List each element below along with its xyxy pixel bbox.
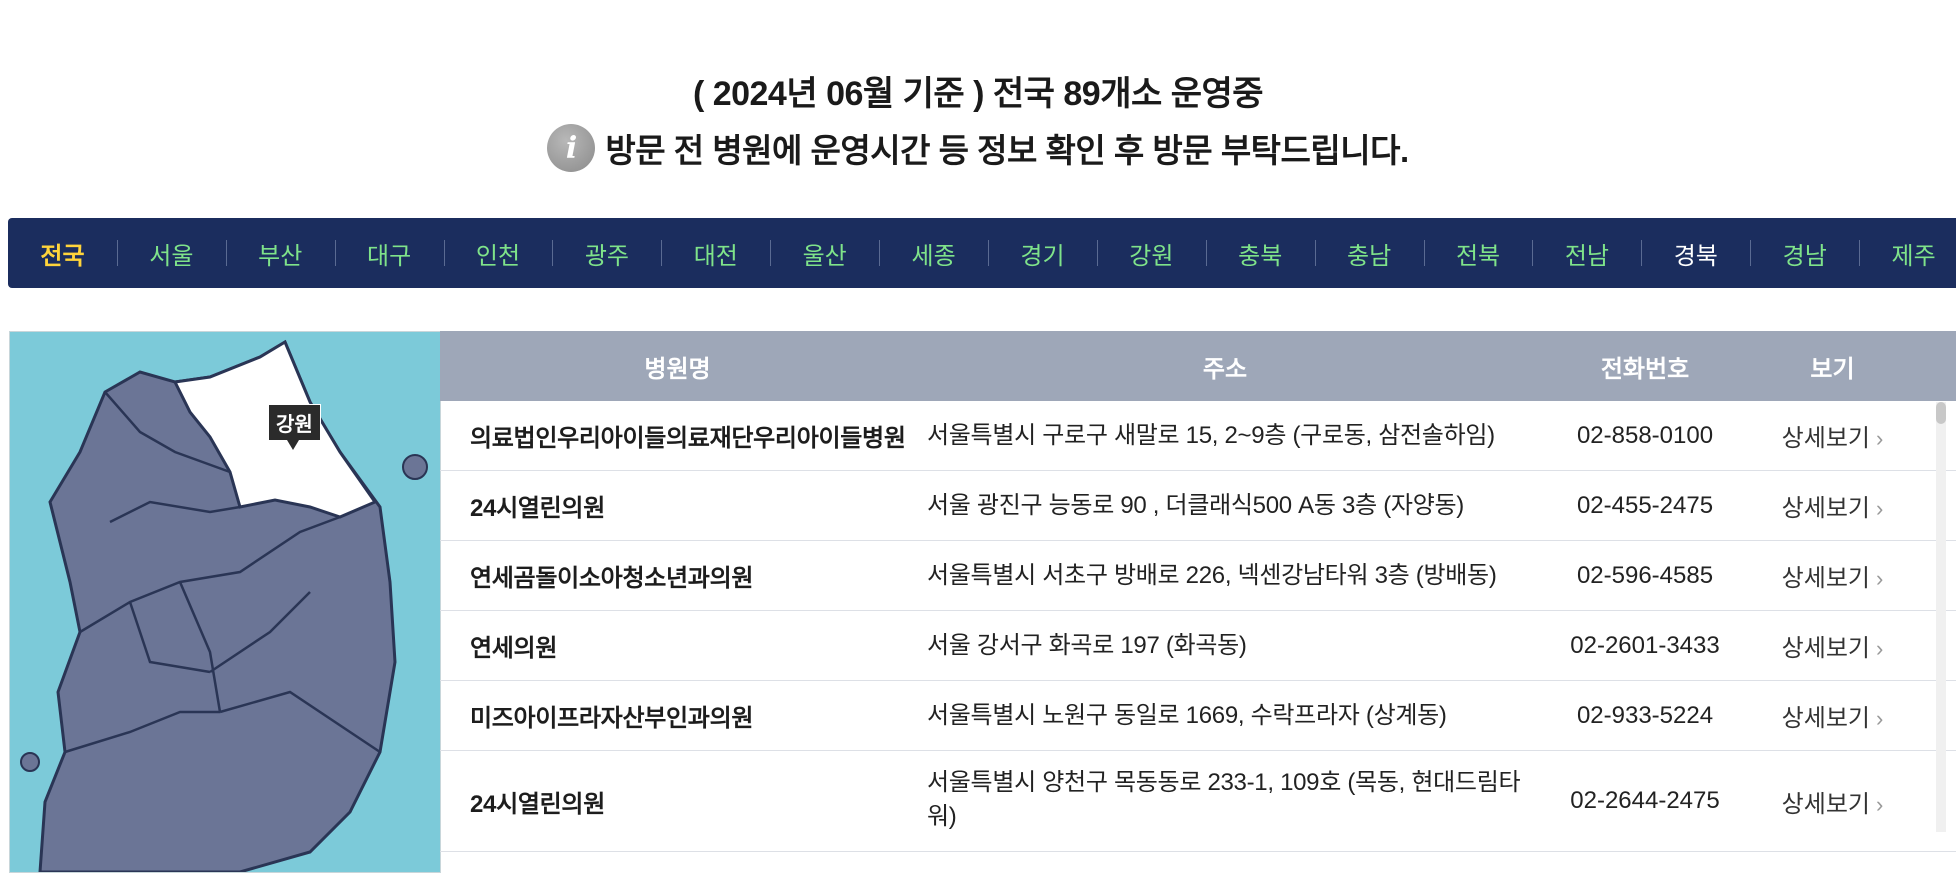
- region-tab-gyeongnam[interactable]: 경남: [1750, 236, 1859, 271]
- hospital-address: 서울특별시 서초구 방배로 226, 넥센강남타워 3층 (방배동): [927, 561, 1497, 589]
- hospital-table: 병원명 주소 전화번호 보기 의료법인우리아이들의료재단우리아이들병원 서울특별…: [440, 331, 1956, 871]
- chevron-right-icon: ›: [1876, 426, 1884, 451]
- hospital-name: 미즈아이프라자산부인과의원: [470, 705, 754, 732]
- region-tab-all[interactable]: 전국: [8, 236, 117, 271]
- hospital-name: 의료법인우리아이들의료재단우리아이들병원: [470, 425, 906, 452]
- hospital-address: 서울특별시 구로구 새말로 15, 2~9층 (구로동, 삼전솔하임): [927, 421, 1495, 449]
- table-scrollbar[interactable]: [1936, 402, 1946, 832]
- hospital-address: 서울 강서구 화곡로 197 (화곡동): [927, 631, 1247, 659]
- scrollbar-thumb[interactable]: [1936, 402, 1946, 424]
- region-tab-jeonnam[interactable]: 전남: [1532, 236, 1641, 271]
- header-address: 주소: [1202, 355, 1248, 383]
- hospital-name: 연세의원: [470, 635, 558, 662]
- detail-link-label: 상세보기: [1781, 495, 1870, 522]
- detail-link[interactable]: 상세보기 ›: [1755, 784, 1910, 819]
- header-name: 병원명: [644, 355, 711, 383]
- chevron-right-icon: ›: [1876, 791, 1884, 817]
- hospital-phone: 02-2601-3433: [1570, 631, 1720, 659]
- chevron-right-icon: ›: [1876, 636, 1884, 661]
- map-region-tag: 강원: [268, 404, 321, 450]
- detail-link-label: 상세보기: [1781, 790, 1870, 818]
- map-island-ulleung: [402, 454, 428, 480]
- table-row: 연세의원 서울 강서구 화곡로 197 (화곡동) 02-2601-3433 상…: [440, 611, 1956, 681]
- detail-link-label: 상세보기: [1781, 425, 1870, 452]
- hospital-address: 서울특별시 노원구 동일로 1669, 수락프라자 (상계동): [927, 701, 1447, 729]
- region-tab-gyeongbuk[interactable]: 경북: [1641, 236, 1750, 271]
- table-row: 미즈아이프라자산부인과의원 서울특별시 노원구 동일로 1669, 수락프라자 …: [440, 681, 1956, 751]
- korea-map-svg: [20, 339, 428, 872]
- chevron-right-icon: ›: [1876, 566, 1884, 591]
- hospital-name: 24시열린의원: [470, 495, 605, 522]
- region-tab-gwangju[interactable]: 광주: [552, 236, 661, 271]
- region-tab-chungnam[interactable]: 충남: [1314, 236, 1424, 271]
- region-tab-jeonbuk[interactable]: 전북: [1423, 236, 1533, 271]
- table-row: 연세곰돌이소아청소년과의원 서울특별시 서초구 방배로 226, 넥센강남타워 …: [440, 541, 1956, 611]
- korea-region-map: 강원: [9, 331, 441, 873]
- region-tab-jeju[interactable]: 제주: [1859, 236, 1956, 271]
- table-header: 병원명 주소 전화번호 보기: [440, 331, 1956, 401]
- table-row: 의료법인우리아이들의료재단우리아이들병원 서울특별시 구로구 새말로 15, 2…: [440, 401, 1956, 471]
- chevron-right-icon: ›: [1876, 496, 1884, 521]
- region-tab-sejong[interactable]: 세종: [879, 236, 988, 271]
- region-tab-daegu[interactable]: 대구: [334, 236, 444, 271]
- detail-link-label: 상세보기: [1781, 635, 1870, 662]
- region-tab-busan[interactable]: 부산: [225, 236, 335, 271]
- table-row: 24시열린의원 서울 광진구 능동로 90 , 더클래식500 A동 3층 (자…: [440, 471, 1956, 541]
- hospital-address: 서울 광진구 능동로 90 , 더클래식500 A동 3층 (자양동): [927, 491, 1464, 519]
- detail-link-label: 상세보기: [1781, 705, 1870, 732]
- table-row: 24시열린의원 서울특별시 양천구 목동동로 233-1, 109호 (목동, …: [440, 751, 1956, 852]
- hospital-address: 서울특별시 양천구 목동동로 233-1, 109호 (목동, 현대드림타워): [927, 769, 1521, 830]
- detail-link-label: 상세보기: [1781, 565, 1870, 592]
- region-tab-incheon[interactable]: 인천: [443, 236, 553, 271]
- page-headline: ( 2024년 06월 기준 ) 전국 89개소 운영중: [692, 75, 1264, 113]
- header-phone: 전화번호: [1600, 355, 1690, 383]
- region-tab-daejeon[interactable]: 대전: [661, 236, 770, 271]
- hospital-name: 연세곰돌이소아청소년과의원: [470, 565, 754, 592]
- detail-link[interactable]: 상세보기 ›: [1755, 558, 1910, 593]
- detail-link[interactable]: 상세보기 ›: [1755, 488, 1910, 523]
- hospital-phone: 02-858-0100: [1576, 421, 1714, 449]
- detail-link[interactable]: 상세보기 ›: [1755, 628, 1910, 663]
- region-tab-chungbuk[interactable]: 충북: [1205, 236, 1315, 271]
- detail-link[interactable]: 상세보기 ›: [1755, 418, 1910, 453]
- region-tab-ulsan[interactable]: 울산: [770, 236, 879, 271]
- notice-text: 방문 전 병원에 운영시간 등 정보 확인 후 방문 부탁드립니다.: [605, 132, 1409, 169]
- info-icon: i: [547, 124, 596, 172]
- hospital-phone: 02-455-2475: [1576, 491, 1714, 519]
- detail-link[interactable]: 상세보기 ›: [1755, 698, 1910, 733]
- region-tab-gangwon[interactable]: 강원: [1096, 236, 1206, 271]
- hospital-phone: 02-596-4585: [1576, 561, 1714, 589]
- region-tabs: 전국 서울 부산 대구 인천 광주 대전 울산 세종 경기 강원 충북 충남 전…: [8, 218, 1956, 288]
- hospital-phone: 02-933-5224: [1576, 701, 1714, 729]
- region-tab-seoul[interactable]: 서울: [116, 236, 226, 271]
- header-view: 보기: [1810, 355, 1855, 383]
- map-island-west: [20, 752, 40, 772]
- hospital-name: 24시열린의원: [470, 790, 605, 818]
- visit-notice: i 방문 전 병원에 운영시간 등 정보 확인 후 방문 부탁드립니다.: [0, 124, 1956, 172]
- region-tab-gyeonggi[interactable]: 경기: [988, 236, 1097, 271]
- chevron-right-icon: ›: [1876, 706, 1884, 731]
- hospital-phone: 02-2644-2475: [1570, 787, 1720, 814]
